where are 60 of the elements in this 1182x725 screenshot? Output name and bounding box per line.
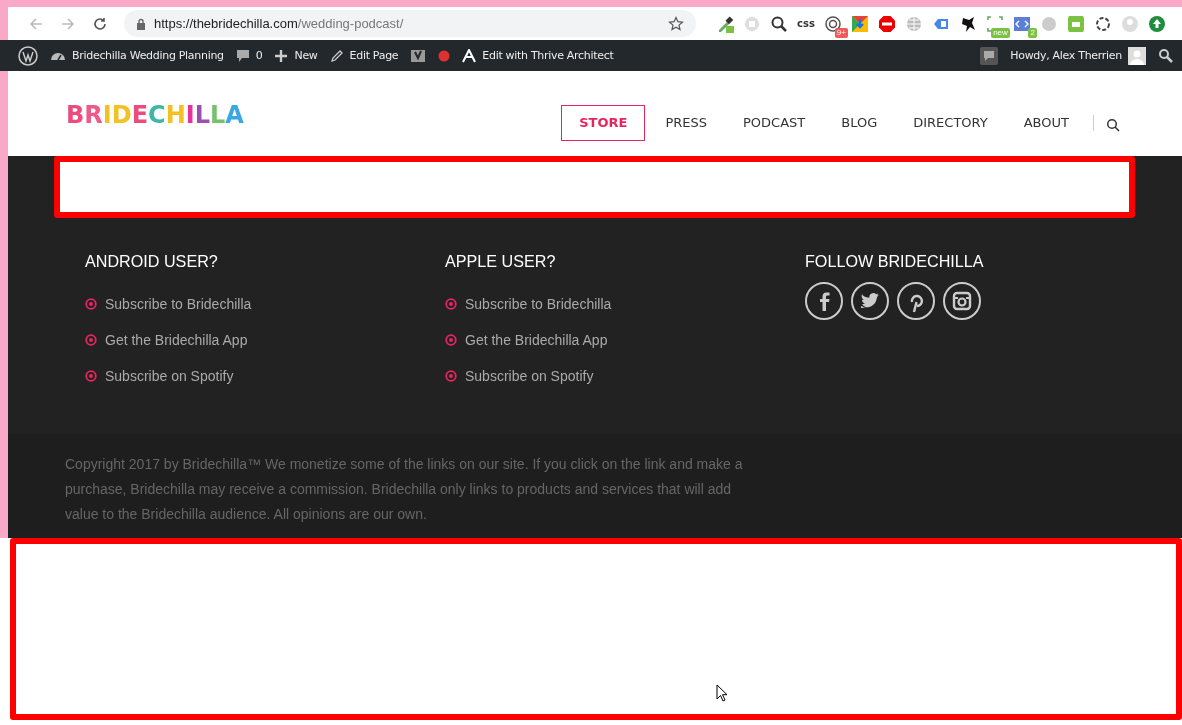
nav-link[interactable]: STORE — [561, 105, 646, 141]
arrow-circle-icon — [85, 298, 97, 310]
reload-icon[interactable] — [92, 15, 108, 32]
footer-link[interactable]: Get the Bridechilla App — [105, 332, 248, 348]
instagram-icon[interactable] — [943, 282, 981, 320]
search-icon[interactable] — [1106, 118, 1120, 132]
site-name-link[interactable]: Bridechilla Wedding Planning — [50, 47, 224, 64]
footer-link[interactable]: Subscribe on Spotify — [465, 368, 594, 384]
pencil-icon — [329, 48, 344, 63]
site-logo[interactable]: BRIDECHILLA — [66, 101, 244, 129]
nav-link[interactable]: PRESS — [647, 105, 725, 141]
eyedropper-icon[interactable] — [716, 14, 734, 33]
account-link[interactable]: Howdy, Alex Therrien — [1010, 46, 1146, 65]
facebook-icon[interactable] — [805, 282, 843, 320]
footer-link[interactable]: Subscribe to Bridechilla — [465, 296, 612, 312]
plus-icon — [274, 48, 289, 63]
nav-link[interactable]: DIRECTORY — [895, 105, 1006, 141]
seo-plugin-icon[interactable] — [410, 47, 427, 64]
url-text: https://thebridechilla.com/wedding-podcast/ — [154, 16, 404, 31]
footer-link[interactable]: Subscribe to Bridechilla — [105, 296, 252, 312]
pinterest-icon[interactable] — [897, 282, 935, 320]
nav-link[interactable]: ABOUT — [1005, 105, 1087, 141]
new-link[interactable]: New — [274, 48, 318, 63]
badge: new — [991, 27, 1010, 38]
search-icon[interactable] — [1158, 47, 1174, 64]
mouse-cursor-icon — [716, 684, 728, 702]
download-icon[interactable] — [850, 14, 869, 33]
nav-link[interactable]: PODCAST — [724, 105, 824, 141]
arrow-circle-icon — [445, 334, 457, 346]
address-bar[interactable]: https://thebridechilla.com/wedding-podcast/ — [124, 10, 696, 37]
twitter-icon[interactable] — [851, 282, 889, 320]
css-extension-button[interactable]: css — [797, 18, 815, 29]
footer-heading: APPLE USER? — [445, 252, 557, 272]
star-icon[interactable] — [668, 15, 684, 32]
footer-link[interactable]: Subscribe on Spotify — [105, 368, 234, 384]
footer-heading: ANDROID USER? — [85, 252, 219, 272]
footer-link[interactable]: Get the Bridechilla App — [465, 332, 608, 348]
arrow-circle-icon — [85, 334, 97, 346]
comments-link[interactable]: 0 — [235, 48, 263, 63]
badge: 9+ — [834, 27, 848, 38]
arrow-circle-icon — [85, 370, 97, 382]
wordpress-logo-icon[interactable] — [18, 45, 38, 66]
magnifier-icon[interactable] — [770, 14, 788, 33]
stop-sign-icon[interactable] — [877, 14, 896, 33]
lock-icon — [136, 17, 146, 30]
arrow-circle-icon — [445, 298, 457, 310]
footer-heading: FOLLOW BRIDECHILLA — [805, 252, 985, 272]
code-icon[interactable] — [1012, 14, 1031, 33]
arrow-circle-icon — [445, 370, 457, 382]
nav-link[interactable]: BLOG — [823, 105, 896, 141]
badge: 2 — [1028, 27, 1037, 38]
edit-page-link[interactable]: Edit Page — [329, 48, 399, 63]
status-dot-icon — [438, 49, 451, 62]
copyright-text: Copyright 2017 by Bridechilla™ We monetize some of the links on our site. If you click on the link and make a purchase, Bridechilla may receive a commission. Bridechilla only links to products and services that will add value to the Bridechilla audience. All opinions are our own. — [65, 455, 744, 524]
avatar-icon — [1128, 46, 1146, 65]
thrive-logo-icon — [462, 48, 477, 63]
notification-icon[interactable] — [980, 46, 999, 65]
update-icon[interactable] — [1147, 14, 1166, 33]
comment-icon — [235, 48, 250, 63]
thrive-architect-link[interactable]: Edit with Thrive Architect — [462, 48, 614, 63]
